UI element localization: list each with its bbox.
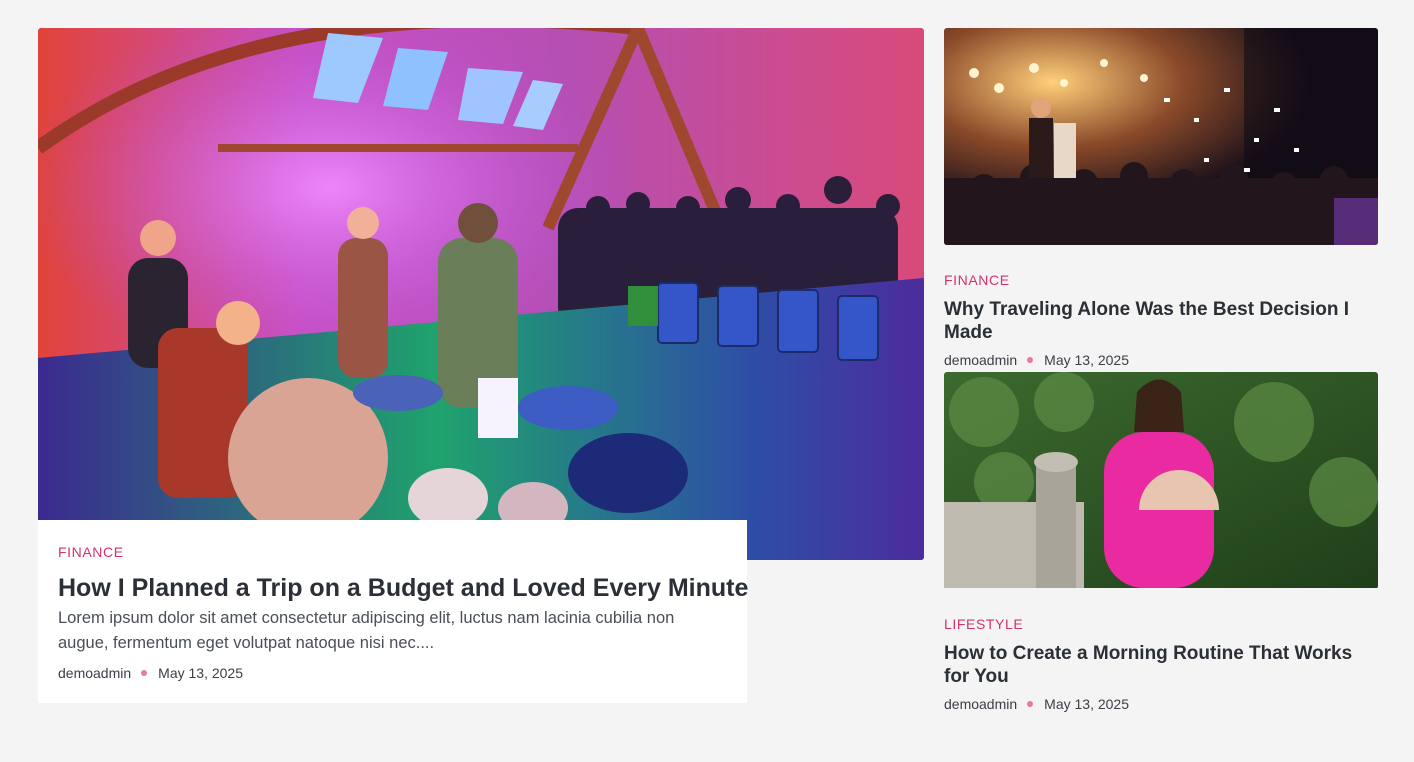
- post-author[interactable]: demoadmin: [944, 350, 1017, 370]
- side-post-1: FINANCE Why Traveling Alone Was the Best…: [944, 28, 1378, 370]
- separator-dot-icon: [1027, 701, 1034, 707]
- post-author[interactable]: demoadmin: [58, 663, 131, 683]
- separator-dot-icon: [1027, 357, 1034, 363]
- side-post-2: LIFESTYLE How to Create a Morning Routin…: [944, 372, 1378, 714]
- post-meta: demoadmin May 13, 2025: [58, 663, 727, 683]
- post-title[interactable]: How to Create a Morning Routine That Wor…: [944, 642, 1378, 688]
- post-date[interactable]: May 13, 2025: [1044, 694, 1129, 714]
- side-post-image[interactable]: [944, 28, 1378, 245]
- post-meta: demoadmin May 13, 2025: [944, 694, 1378, 714]
- separator-dot-icon: [141, 670, 148, 676]
- post-title[interactable]: Why Traveling Alone Was the Best Decisio…: [944, 298, 1378, 344]
- post-category[interactable]: LIFESTYLE: [944, 614, 1378, 634]
- post-category[interactable]: FINANCE: [944, 270, 1378, 290]
- post-title[interactable]: How I Planned a Trip on a Budget and Lov…: [58, 572, 748, 604]
- post-date[interactable]: May 13, 2025: [1044, 350, 1129, 370]
- post-category[interactable]: FINANCE: [58, 542, 727, 562]
- post-date[interactable]: May 13, 2025: [158, 663, 243, 683]
- featured-post-card: FINANCE How I Planned a Trip on a Budget…: [38, 520, 748, 703]
- post-meta: demoadmin May 13, 2025: [944, 350, 1378, 370]
- featured-post-image[interactable]: [38, 28, 924, 560]
- side-post-image[interactable]: [944, 372, 1378, 589]
- post-excerpt: Lorem ipsum dolor sit amet consectetur a…: [58, 609, 675, 652]
- post-author[interactable]: demoadmin: [944, 694, 1017, 714]
